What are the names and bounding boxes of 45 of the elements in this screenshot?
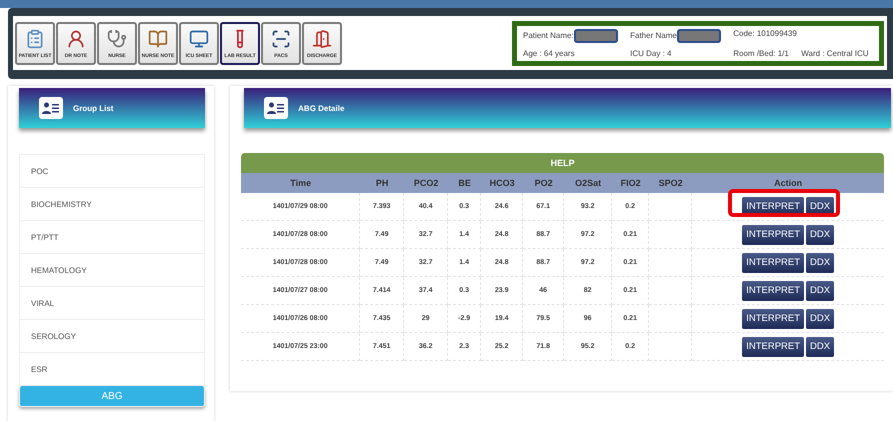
scan-icon	[271, 28, 291, 48]
interpret-button[interactable]: INTERPRET	[742, 280, 804, 300]
stethoscope-icon	[107, 28, 127, 48]
group-list-item[interactable]: POC	[19, 154, 205, 188]
room-bed: Room /Bed: 1/1	[733, 48, 790, 58]
door-icon	[312, 28, 332, 48]
interpret-button[interactable]: INTERPRET	[742, 308, 804, 328]
patient-age: Age : 64 years	[523, 48, 576, 58]
clipboard-icon	[25, 28, 45, 48]
contact-card-icon	[39, 97, 63, 119]
interpret-button[interactable]: INTERPRET	[742, 336, 804, 356]
interpret-button[interactable]: INTERPRET	[742, 252, 804, 272]
group-list-item[interactable]: PT/PTT	[19, 221, 205, 254]
user-icon	[66, 28, 86, 48]
ward: Ward : Central ICU	[801, 48, 870, 58]
column-header: HCO3	[488, 177, 516, 190]
column-header: O2Sat	[574, 177, 602, 190]
icu-day: ICU Day : 4	[630, 48, 726, 58]
group-list-item[interactable]: VIRAL	[19, 287, 205, 320]
monitor-icon	[189, 28, 209, 48]
group-list-item[interactable]: HEMATOLOGY	[19, 254, 205, 287]
column-header: FIO2	[620, 177, 642, 190]
column-header: Action	[773, 177, 804, 190]
column-header: BE	[457, 177, 472, 190]
panel-title: Group List	[73, 104, 114, 112]
column-header: PH	[374, 177, 390, 190]
ddx-button[interactable]: DDX	[806, 336, 834, 356]
column-header: PO2	[534, 177, 554, 190]
contact-card-icon	[264, 97, 288, 119]
ddx-button[interactable]: DDX	[806, 224, 834, 244]
panel-title: ABG Detaile	[298, 104, 344, 112]
interpret-button[interactable]: INTERPRET	[742, 224, 804, 244]
father-name-label: Father Name	[630, 28, 726, 42]
ddx-button[interactable]: DDX	[806, 252, 834, 272]
book-icon	[148, 28, 168, 48]
group-list-item[interactable]: BIOCHEMISTRY	[19, 188, 205, 221]
ddx-button[interactable]: DDX	[806, 308, 834, 328]
patient-name-label: Patient Name:	[523, 28, 622, 42]
column-header: PCO2	[412, 177, 440, 190]
patient-code: Code: 101099439	[733, 28, 798, 40]
column-header: Time	[289, 177, 312, 190]
column-header: SPO2	[658, 177, 684, 190]
group-list-item[interactable]: ESR	[19, 353, 205, 386]
group-list-item[interactable]: SEROLOGY	[19, 320, 205, 353]
ddx-button[interactable]: DDX	[806, 280, 834, 300]
